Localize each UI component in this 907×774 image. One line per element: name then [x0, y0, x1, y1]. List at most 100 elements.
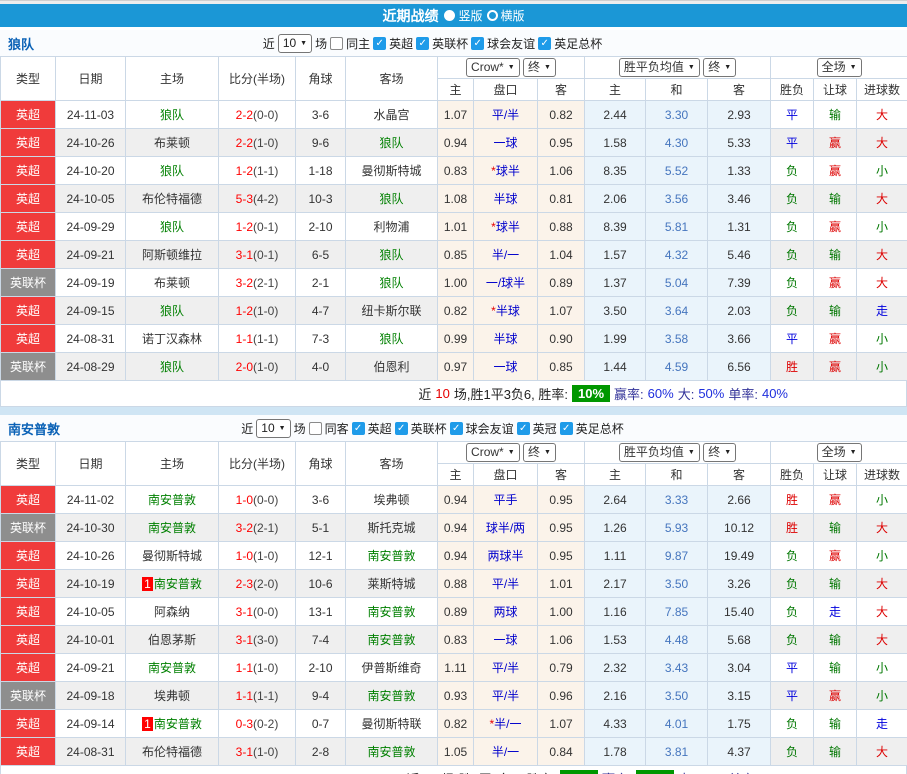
handicap-line: 半球 — [474, 325, 538, 353]
away-team-cell: 狼队 — [346, 241, 438, 269]
odds-away: 0.89 — [538, 269, 585, 297]
odds-stage-dropdown[interactable]: 终▼ — [523, 443, 556, 462]
full-time-score: 3-1 — [236, 633, 253, 647]
check-icon: ✓ — [397, 423, 405, 434]
odds-home: 0.89 — [438, 598, 474, 626]
page-title: 近期战绩 — [382, 6, 438, 26]
rank-badge: 1 — [142, 577, 153, 591]
score-cell: 1-2(0-1) — [219, 213, 296, 241]
summary-stat-label: 单率: — [728, 769, 758, 774]
league-badge: 英联杯 — [1, 269, 56, 297]
full-time-score: 0-3 — [236, 717, 253, 731]
outcome-cell: 负 — [771, 269, 814, 297]
match-row: 英超24-09-141南安普敦0-3(0-2)0-7曼彻斯特联0.82*半/一1… — [1, 710, 907, 738]
same-venue-checkbox[interactable] — [330, 37, 343, 50]
away-team-name: 利物浦 — [373, 220, 409, 234]
league-filter-checkbox-5[interactable]: ✓ — [560, 422, 573, 435]
half-time-score: (0-1) — [253, 220, 278, 234]
column-header-fixed-1: 类型 — [1, 442, 56, 486]
orientation-option-2[interactable]: 横版 — [487, 7, 525, 24]
column-header-sub-6: 客 — [708, 464, 771, 486]
match-date: 24-08-31 — [56, 325, 126, 353]
average-away: 5.33 — [708, 129, 771, 157]
goals-result-cell: 大 — [857, 626, 907, 654]
handicap-line: 半/一 — [474, 241, 538, 269]
average-stage-dropdown[interactable]: 终▼ — [703, 443, 736, 462]
scope-dropdown-value: 全场 — [822, 60, 846, 75]
home-team-name: 诺丁汉森林 — [142, 332, 202, 346]
odds-home: 1.05 — [438, 738, 474, 766]
average-away: 3.46 — [708, 185, 771, 213]
odds-source-dropdown[interactable]: Crow*▼ — [466, 443, 520, 462]
scope-dropdown[interactable]: 全场▼ — [817, 58, 862, 77]
league-filter-checkbox-2[interactable]: ✓ — [416, 37, 429, 50]
match-date: 24-10-19 — [56, 570, 126, 598]
summary-stat-value: 30% — [636, 770, 674, 774]
home-team-name: 布伦特福德 — [142, 192, 202, 206]
match-row: 英联杯24-08-29狼队2-0(1-0)4-0伯恩利0.97一球0.851.4… — [1, 353, 907, 381]
league-filter-checkbox-4[interactable]: ✓ — [517, 422, 530, 435]
home-team-cell: 1南安普敦 — [126, 710, 219, 738]
radio-unselected-icon — [487, 10, 498, 21]
corner-count: 7-4 — [296, 626, 346, 654]
league-badge: 英超 — [1, 598, 56, 626]
outcome-cell: 负 — [771, 626, 814, 654]
match-date: 24-10-26 — [56, 129, 126, 157]
average-home: 8.35 — [585, 157, 646, 185]
half-time-score: (2-1) — [253, 276, 278, 290]
column-header-fixed-6: 客场 — [346, 442, 438, 486]
half-time-score: (3-0) — [253, 633, 278, 647]
league-filter-checkbox-4[interactable]: ✓ — [538, 37, 551, 50]
full-time-score: 3-1 — [236, 248, 253, 262]
half-time-score: (0-2) — [253, 717, 278, 731]
scope-dropdown[interactable]: 全场▼ — [817, 443, 862, 462]
corner-count: 5-1 — [296, 514, 346, 542]
league-filter-checkbox-1[interactable]: ✓ — [352, 422, 365, 435]
handicap-result-cell: 赢 — [814, 129, 857, 157]
home-team-cell: 埃弗顿 — [126, 682, 219, 710]
chevron-down-icon: ▼ — [724, 60, 731, 75]
corner-count: 0-7 — [296, 710, 346, 738]
team-name: 狼队 — [8, 34, 98, 53]
league-filter-checkbox-1[interactable]: ✓ — [373, 37, 386, 50]
home-team-name: 狼队 — [160, 220, 184, 234]
summary-stat-label: 赢率: — [602, 769, 632, 774]
league-filter-checkbox-2[interactable]: ✓ — [395, 422, 408, 435]
average-type-dropdown[interactable]: 胜平负均值▼ — [619, 443, 700, 462]
orientation-option-1[interactable]: 竖版 — [444, 7, 482, 24]
match-count-dropdown[interactable]: 10▼ — [278, 34, 312, 53]
league-badge: 英超 — [1, 710, 56, 738]
home-team-cell: 狼队 — [126, 297, 219, 325]
handicap-line: 半球 — [474, 185, 538, 213]
same-venue-checkbox[interactable] — [309, 422, 322, 435]
away-team-name: 伯恩利 — [373, 360, 409, 374]
corner-count: 2-1 — [296, 269, 346, 297]
column-header-sub-2: 盘口 — [474, 79, 538, 101]
match-row: 英超24-10-05布伦特福德5-3(4-2)10-3狼队1.08半球0.812… — [1, 185, 907, 213]
corner-count: 10-6 — [296, 570, 346, 598]
full-time-score: 3-2 — [236, 276, 253, 290]
odds-source-dropdown[interactable]: Crow*▼ — [466, 58, 520, 77]
match-date: 24-08-29 — [56, 353, 126, 381]
outcome-cell: 负 — [771, 710, 814, 738]
league-filter-label: 球会友谊 — [466, 420, 514, 437]
goals-result-cell: 大 — [857, 570, 907, 598]
average-stage-dropdown-value: 终 — [708, 445, 720, 460]
odds-away: 0.82 — [538, 101, 585, 129]
league-filter-label: 球会友谊 — [487, 35, 535, 52]
average-stage-dropdown[interactable]: 终▼ — [703, 58, 736, 77]
corner-count: 2-8 — [296, 738, 346, 766]
league-filter-checkbox-3[interactable]: ✓ — [450, 422, 463, 435]
chevron-down-icon: ▼ — [688, 445, 695, 460]
odds-stage-dropdown[interactable]: 终▼ — [523, 58, 556, 77]
home-team-name: 南安普敦 — [148, 521, 196, 535]
column-header-sub-7: 胜负 — [771, 79, 814, 101]
match-count-dropdown[interactable]: 10▼ — [256, 419, 290, 438]
handicap-result-cell: 输 — [814, 710, 857, 738]
summary-line-1: 近10场,胜1平3负6, 胜率:10%赢率:60%大:50%单率:40% — [0, 381, 907, 407]
league-filter-checkbox-3[interactable]: ✓ — [471, 37, 484, 50]
home-team-cell: 南安普敦 — [126, 486, 219, 514]
league-badge: 英超 — [1, 213, 56, 241]
odds-away: 1.06 — [538, 157, 585, 185]
average-type-dropdown[interactable]: 胜平负均值▼ — [619, 58, 700, 77]
